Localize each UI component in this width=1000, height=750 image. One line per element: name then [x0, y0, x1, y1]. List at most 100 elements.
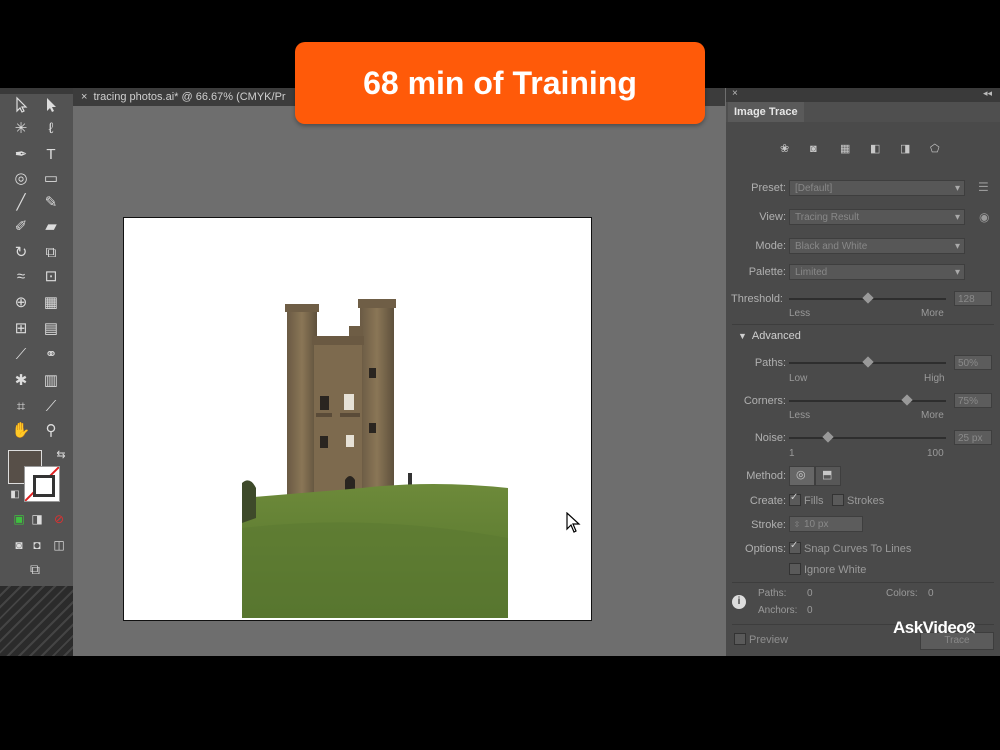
- swap-colors-icon[interactable]: ⇆: [48, 444, 74, 466]
- blend-tool-icon[interactable]: ⚭: [38, 344, 64, 366]
- collapse-panel-icon[interactable]: ◂◂: [983, 88, 992, 99]
- noise-slider[interactable]: [789, 431, 946, 443]
- auto-color-icon[interactable]: ❀: [780, 142, 796, 156]
- noise-value[interactable]: 25 px: [954, 430, 992, 445]
- chevron-down-icon: ▾: [954, 267, 960, 278]
- outline-icon[interactable]: ⬠: [930, 142, 946, 156]
- artboard-tool-icon[interactable]: ⌗: [8, 396, 34, 418]
- fills-checkbox[interactable]: Fills: [789, 492, 824, 507]
- direct-selection-tool-icon[interactable]: [38, 94, 64, 116]
- mode-label: Mode:: [755, 240, 786, 252]
- spiral-tool-icon[interactable]: ◎: [8, 168, 34, 190]
- threshold-value[interactable]: 128: [954, 291, 992, 306]
- ignore-white-label: Ignore White: [804, 564, 867, 576]
- create-label: Create:: [749, 495, 786, 507]
- perspective-grid-tool-icon[interactable]: ▦: [38, 292, 64, 314]
- rectangle-tool-icon[interactable]: ▭: [38, 168, 64, 190]
- draw-inside-icon[interactable]: ◫: [46, 534, 72, 556]
- lasso-tool-icon[interactable]: ℓ: [38, 118, 64, 140]
- mode-dropdown[interactable]: Black and White ▾: [789, 238, 965, 254]
- corners-min-label: Less: [789, 410, 811, 421]
- paths-value[interactable]: 50%: [954, 355, 992, 370]
- close-panel-icon[interactable]: ×: [732, 88, 738, 99]
- corners-value[interactable]: 75%: [954, 393, 992, 408]
- pen-tool-icon[interactable]: ✒: [8, 144, 34, 166]
- method-abutting-button[interactable]: ◎: [789, 466, 815, 486]
- grayscale-icon[interactable]: ◧: [870, 142, 886, 156]
- stepper-arrows-icon[interactable]: ⇳: [790, 517, 804, 533]
- paths-slider[interactable]: [789, 356, 946, 368]
- snap-check: [789, 540, 801, 554]
- pencil-tool-icon[interactable]: ✎: [38, 192, 64, 214]
- paths-max-label: High: [924, 373, 945, 384]
- info-colors-value: 0: [928, 588, 934, 599]
- stroke-swatch-inner: [33, 475, 55, 497]
- eyedropper-tool-icon[interactable]: ⟋: [8, 344, 34, 366]
- preset-menu-icon[interactable]: ☰: [978, 180, 989, 194]
- info-colors-label: Colors:: [886, 588, 918, 599]
- stroke-stepper[interactable]: ⇳ 10 px: [789, 516, 863, 532]
- image-trace-panel: × ◂◂ Image Trace ❀ ◙ ▦ ◧ ◨ ⬠ Preset: [Default…: [726, 88, 1000, 656]
- close-tab-icon[interactable]: ×: [81, 91, 87, 103]
- training-duration-banner: 68 min of Training: [295, 42, 705, 124]
- shape-builder-tool-icon[interactable]: ⊕: [8, 292, 34, 314]
- hand-tool-icon[interactable]: ✋: [8, 420, 34, 442]
- high-color-icon[interactable]: ◙: [810, 143, 826, 157]
- low-color-icon[interactable]: ▦: [840, 142, 856, 156]
- black-and-white-icon[interactable]: ◨: [900, 142, 916, 156]
- stroke-label: Stroke:: [751, 519, 786, 531]
- castle-photo[interactable]: [242, 298, 508, 618]
- corners-slider[interactable]: [789, 394, 946, 406]
- eraser-tool-icon[interactable]: ▰: [38, 216, 64, 238]
- type-tool-icon[interactable]: T: [38, 144, 64, 166]
- chevron-down-icon: ▾: [954, 212, 960, 223]
- snap-curves-checkbox[interactable]: Snap Curves To Lines: [789, 540, 911, 555]
- document-tab[interactable]: × tracing photos.ai* @ 66.67% (CMYK/Pr: [81, 88, 286, 106]
- threshold-slider[interactable]: [789, 292, 946, 304]
- scale-tool-icon[interactable]: ⧉: [38, 242, 64, 264]
- options-label: Options:: [745, 543, 786, 555]
- gradient-tool-icon[interactable]: ▤: [38, 318, 64, 340]
- chevron-down-icon: ▾: [954, 241, 960, 252]
- view-dropdown[interactable]: Tracing Result ▾: [789, 209, 965, 225]
- rotate-tool-icon[interactable]: ↻: [8, 242, 34, 264]
- tab-image-trace[interactable]: Image Trace: [728, 102, 804, 122]
- artboard[interactable]: [123, 217, 592, 621]
- screen-mode-icon[interactable]: ⧉: [22, 558, 48, 580]
- ignore-white-checkbox[interactable]: Ignore White: [789, 563, 866, 576]
- palette-value: Limited: [795, 267, 828, 278]
- column-graph-tool-icon[interactable]: ▥: [38, 370, 64, 392]
- method-overlapping-button[interactable]: ⬒: [815, 466, 841, 486]
- none-mode-icon[interactable]: ⊘: [46, 508, 72, 530]
- view-value: Tracing Result: [795, 212, 860, 223]
- fills-label: Fills: [804, 495, 824, 507]
- method-label: Method:: [746, 470, 786, 482]
- noise-min-label: 1: [789, 448, 795, 459]
- advanced-toggle[interactable]: ▼ Advanced: [738, 330, 801, 342]
- eye-icon[interactable]: ◉: [979, 210, 989, 224]
- preview-checkbox[interactable]: Preview: [734, 633, 788, 646]
- magic-wand-tool-icon[interactable]: ✳: [8, 118, 34, 140]
- palette-dropdown[interactable]: Limited ▾: [789, 264, 965, 280]
- default-colors-icon[interactable]: ◧: [2, 484, 28, 506]
- slice-tool-icon[interactable]: ⟋: [38, 396, 64, 418]
- chevron-down-icon: ▾: [954, 183, 960, 194]
- symbol-sprayer-tool-icon[interactable]: ✱: [8, 370, 34, 392]
- warp-tool-icon[interactable]: ≈: [8, 266, 34, 288]
- stroke-color-swatch[interactable]: [24, 466, 60, 502]
- paintbrush-tool-icon[interactable]: ╱: [8, 192, 34, 214]
- document-tab-title: tracing photos.ai* @ 66.67% (CMYK/Pr: [93, 91, 286, 103]
- noise-label: Noise:: [754, 432, 786, 444]
- advanced-label: Advanced: [751, 330, 801, 342]
- free-transform-tool-icon[interactable]: ⊡: [38, 266, 64, 288]
- strokes-checkbox[interactable]: Strokes: [832, 494, 884, 507]
- info-anchors-value: 0: [807, 605, 813, 616]
- zoom-tool-icon[interactable]: ⚲: [38, 420, 64, 442]
- canvas-area[interactable]: [73, 106, 725, 656]
- selection-tool-icon[interactable]: [8, 94, 34, 116]
- blob-brush-tool-icon[interactable]: ✐: [8, 216, 34, 238]
- preset-dropdown[interactable]: [Default] ▾: [789, 180, 965, 196]
- preview-check: [734, 633, 746, 645]
- info-paths-label: Paths:: [758, 588, 787, 599]
- mesh-tool-icon[interactable]: ⊞: [8, 318, 34, 340]
